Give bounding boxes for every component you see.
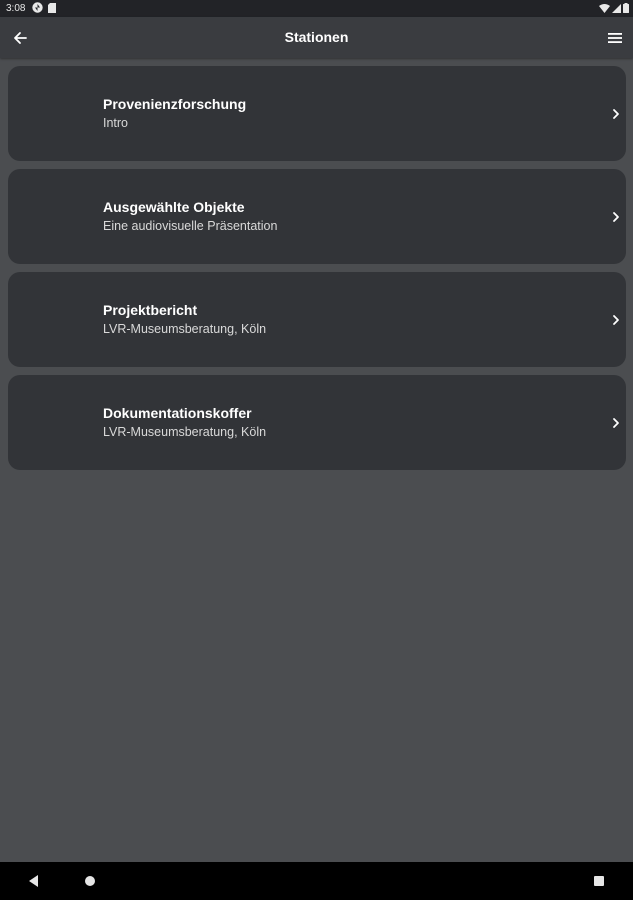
station-card-ausgewaehlte-objekte[interactable]: Ausgewählte Objekte Eine audiovisuelle P…: [8, 169, 626, 264]
status-left-icons: [32, 0, 57, 18]
station-title: Provenienzforschung: [103, 96, 247, 112]
station-title: Projektbericht: [103, 302, 198, 318]
battery-icon: [623, 0, 629, 18]
station-card-dokumentationskoffer[interactable]: Dokumentationskoffer LVR-Museumsberatung…: [8, 375, 626, 470]
station-subtitle: LVR-Museumsberatung, Köln: [103, 322, 267, 336]
menu-button[interactable]: [607, 30, 623, 46]
back-button[interactable]: [12, 30, 28, 46]
status-right-icons: [599, 0, 629, 18]
chevron-right-icon: [613, 315, 619, 325]
app-bar: Stationen: [0, 17, 633, 58]
station-title: Ausgewählte Objekte: [103, 199, 245, 215]
status-bar: 3:08: [0, 0, 633, 17]
nav-back-icon[interactable]: [28, 875, 40, 887]
page-title: Stationen: [284, 29, 349, 45]
signal-icon: [612, 0, 621, 18]
sd-card-icon: [48, 0, 57, 18]
arrow-back-icon: [14, 32, 27, 44]
station-title: Dokumentationskoffer: [103, 405, 252, 421]
station-list: Provenienzforschung Intro Ausgewählte Ob…: [8, 66, 626, 478]
nav-recents-icon[interactable]: [594, 876, 604, 886]
hamburger-menu-icon: [608, 33, 622, 43]
chevron-right-icon: [613, 109, 619, 119]
station-subtitle: Eine audiovisuelle Präsentation: [103, 219, 278, 233]
station-card-provenienzforschung[interactable]: Provenienzforschung Intro: [8, 66, 626, 161]
wifi-icon: [599, 0, 610, 18]
nav-home-icon[interactable]: [85, 876, 95, 886]
station-card-projektbericht[interactable]: Projektbericht LVR-Museumsberatung, Köln: [8, 272, 626, 367]
chevron-right-icon: [613, 418, 619, 428]
chevron-right-icon: [613, 212, 619, 222]
pinwheel-app-icon: [32, 0, 44, 18]
status-time: 3:08: [6, 3, 26, 14]
station-subtitle: LVR-Museumsberatung, Köln: [103, 425, 267, 439]
station-subtitle: Intro: [103, 116, 129, 130]
system-nav-bar: [0, 862, 633, 900]
